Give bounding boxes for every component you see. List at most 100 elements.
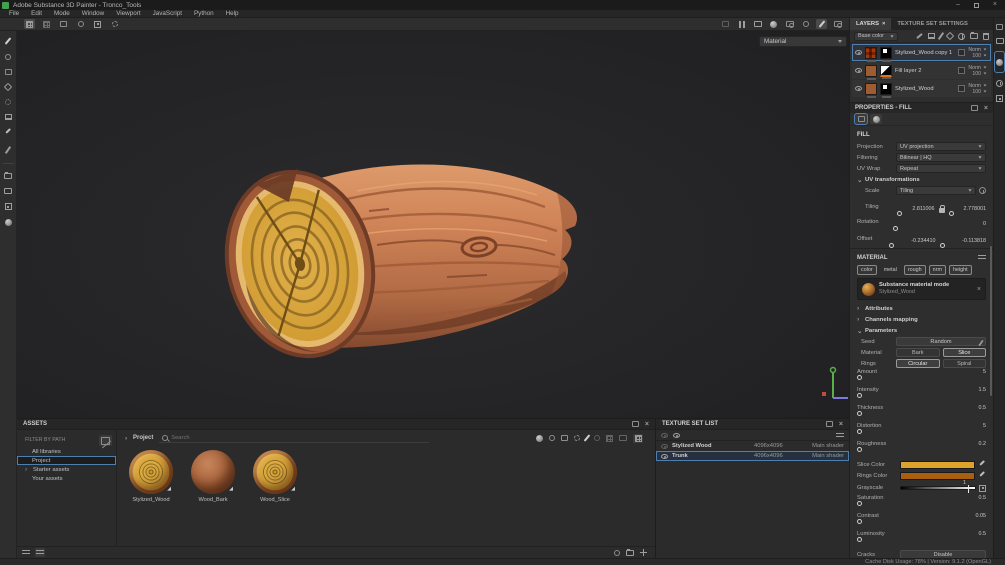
toolbar-settings-button[interactable] <box>109 19 120 29</box>
layer-visibility-icon[interactable] <box>855 50 862 55</box>
menu-window[interactable]: Window <box>77 10 109 17</box>
luminosity-slider[interactable]: Luminosity 0.5 <box>857 531 986 549</box>
texture-set-shader[interactable]: Main shader <box>802 453 844 459</box>
tree-item-all-libraries[interactable]: All libraries <box>17 447 116 456</box>
polygon-fill-tool-icon[interactable] <box>3 82 13 92</box>
paint-tool-icon[interactable] <box>4 37 12 45</box>
add-fill-layer-icon[interactable] <box>945 31 955 41</box>
thumbnail-view-button[interactable] <box>35 548 45 557</box>
attributes-group[interactable]: › Attributes <box>857 303 986 314</box>
contrast-slider[interactable]: Contrast 0.05 <box>857 513 986 531</box>
layer-mask-thumbnail[interactable] <box>880 46 892 62</box>
perspective-button[interactable] <box>752 19 763 29</box>
opacity-dropdown[interactable]: 100 <box>972 71 987 77</box>
stencil-properties-tab[interactable] <box>870 114 882 124</box>
pause-engine-button[interactable] <box>736 19 747 29</box>
filter-toggle-button[interactable] <box>99 435 112 446</box>
texture-set-visibility-icon[interactable] <box>661 443 668 449</box>
offset-x-slider[interactable]: -0.234410 <box>889 238 936 248</box>
filter-materials-icon[interactable] <box>536 434 543 442</box>
add-effect-icon[interactable] <box>916 32 923 40</box>
tab-texture-set-settings[interactable]: TEXTURE SET SETTINGS <box>891 18 974 30</box>
channel-chip-rough[interactable]: rough <box>903 264 926 275</box>
menu-javascript[interactable]: JavaScript <box>148 10 187 17</box>
layer-name[interactable]: Fill layer 2 <box>895 68 955 74</box>
material-picker-tool-icon[interactable] <box>4 129 12 137</box>
clone-tool-icon[interactable] <box>4 114 12 120</box>
tree-item-project[interactable]: Project <box>17 456 116 465</box>
uv-grid-toggle-button[interactable] <box>24 19 35 29</box>
texture-set-shader[interactable]: Main shader <box>802 443 844 449</box>
filter-alphas-icon[interactable] <box>594 435 600 441</box>
shader-settings-active[interactable] <box>994 51 1005 73</box>
layer-thumbnail[interactable] <box>865 82 877 98</box>
grayscale-gradient-slider[interactable] <box>900 485 976 493</box>
channel-chip-height[interactable]: height <box>948 264 972 275</box>
layer-row[interactable]: Fill layer 2 Norm 100 <box>852 62 991 80</box>
export-textures-icon[interactable] <box>4 172 12 179</box>
tree-item-starter-assets[interactable]: › Starter assets <box>17 465 116 474</box>
layer-mask-thumbnail[interactable] <box>880 82 892 98</box>
material-bark-button[interactable]: Bark <box>896 348 940 357</box>
menu-file[interactable]: File <box>4 10 24 17</box>
add-asset-icon[interactable] <box>640 549 647 556</box>
opacity-dropdown[interactable]: 100 <box>972 89 987 95</box>
rings-spiral-button[interactable]: Spiral <box>942 359 986 368</box>
bake-mesh-maps-icon[interactable] <box>4 188 12 194</box>
smudge-tool-icon[interactable] <box>5 99 11 105</box>
amount-slider[interactable]: Amount 5 <box>857 369 986 387</box>
layer-name[interactable]: Stylized_Wood copy 1 <box>895 50 955 56</box>
search-input[interactable] <box>171 434 427 441</box>
menu-help[interactable]: Help <box>221 10 244 17</box>
filter-brushes-icon[interactable] <box>583 434 591 442</box>
menu-python[interactable]: Python <box>189 10 219 17</box>
lock-icon[interactable] <box>938 205 945 213</box>
channel-filter-dropdown[interactable]: Base color <box>854 31 898 41</box>
uv-grid-options-button[interactable] <box>41 19 52 29</box>
info-icon[interactable] <box>979 187 986 194</box>
dock-panel-icon[interactable] <box>825 421 833 427</box>
layer-mask-thumbnail[interactable] <box>880 64 892 79</box>
channel-chip-metal[interactable]: metal <box>880 265 901 275</box>
delete-layer-icon[interactable] <box>983 32 989 40</box>
layer-link-checkbox[interactable] <box>958 67 966 74</box>
parameters-group[interactable]: ⌄ Parameters <box>857 325 986 336</box>
material-slice-button[interactable]: Slice <box>942 348 986 357</box>
projection-tool-icon[interactable] <box>4 69 12 75</box>
intensity-slider[interactable]: Intensity 1.5 <box>857 387 986 405</box>
layer-row[interactable]: Stylized_Wood copy 1 Norm 100 <box>852 44 991 62</box>
render-mode-button[interactable] <box>832 19 843 29</box>
properties-scrollbar[interactable] <box>990 246 992 396</box>
offset-y-slider[interactable]: -0.113818 <box>939 238 986 248</box>
material-options-icon[interactable] <box>978 254 986 261</box>
asset-tile[interactable]: ◢ Wood_Bark <box>187 450 239 546</box>
layer-thumbnail[interactable] <box>865 46 877 62</box>
distortion-slider[interactable]: Distortion 5 <box>857 423 986 441</box>
scale-mode-dropdown[interactable]: Tiling <box>896 186 976 195</box>
projection-dropdown[interactable]: UV projection <box>896 142 986 151</box>
close-panel-icon[interactable]: × <box>984 105 988 112</box>
thickness-slider[interactable]: Thickness 0.5 <box>857 405 986 423</box>
remove-material-icon[interactable]: × <box>977 286 981 293</box>
snap-button[interactable] <box>720 19 731 29</box>
add-group-icon[interactable] <box>970 32 978 39</box>
filter-environments-icon[interactable] <box>619 435 627 441</box>
uv-transformations-group[interactable]: ⌄ UV transformations <box>857 174 986 185</box>
close-panel-icon[interactable]: × <box>839 421 843 428</box>
resources-updater-icon[interactable] <box>4 203 12 210</box>
slice-color-swatch[interactable] <box>900 460 975 469</box>
layer-thumbnail[interactable] <box>865 64 877 80</box>
search-field[interactable] <box>159 433 430 443</box>
add-smart-material-icon[interactable] <box>958 32 965 40</box>
show-all-icon[interactable] <box>673 432 680 438</box>
filtering-dropdown[interactable]: Bilinear | HQ <box>896 153 986 162</box>
tiling-y-slider[interactable]: 2.778001 <box>948 206 986 216</box>
gradient-editor-icon[interactable] <box>979 484 986 492</box>
close-panel-icon[interactable]: × <box>645 421 649 428</box>
viewer-settings-icon[interactable] <box>996 95 1003 102</box>
menu-edit[interactable]: Edit <box>26 10 47 17</box>
menu-mode[interactable]: Mode <box>49 10 75 17</box>
layer-row[interactable]: Stylized_Wood Norm 100 <box>852 80 991 98</box>
uv-wrap-dropdown[interactable]: Repeat <box>896 164 986 173</box>
paint-mode-button[interactable] <box>816 19 827 29</box>
